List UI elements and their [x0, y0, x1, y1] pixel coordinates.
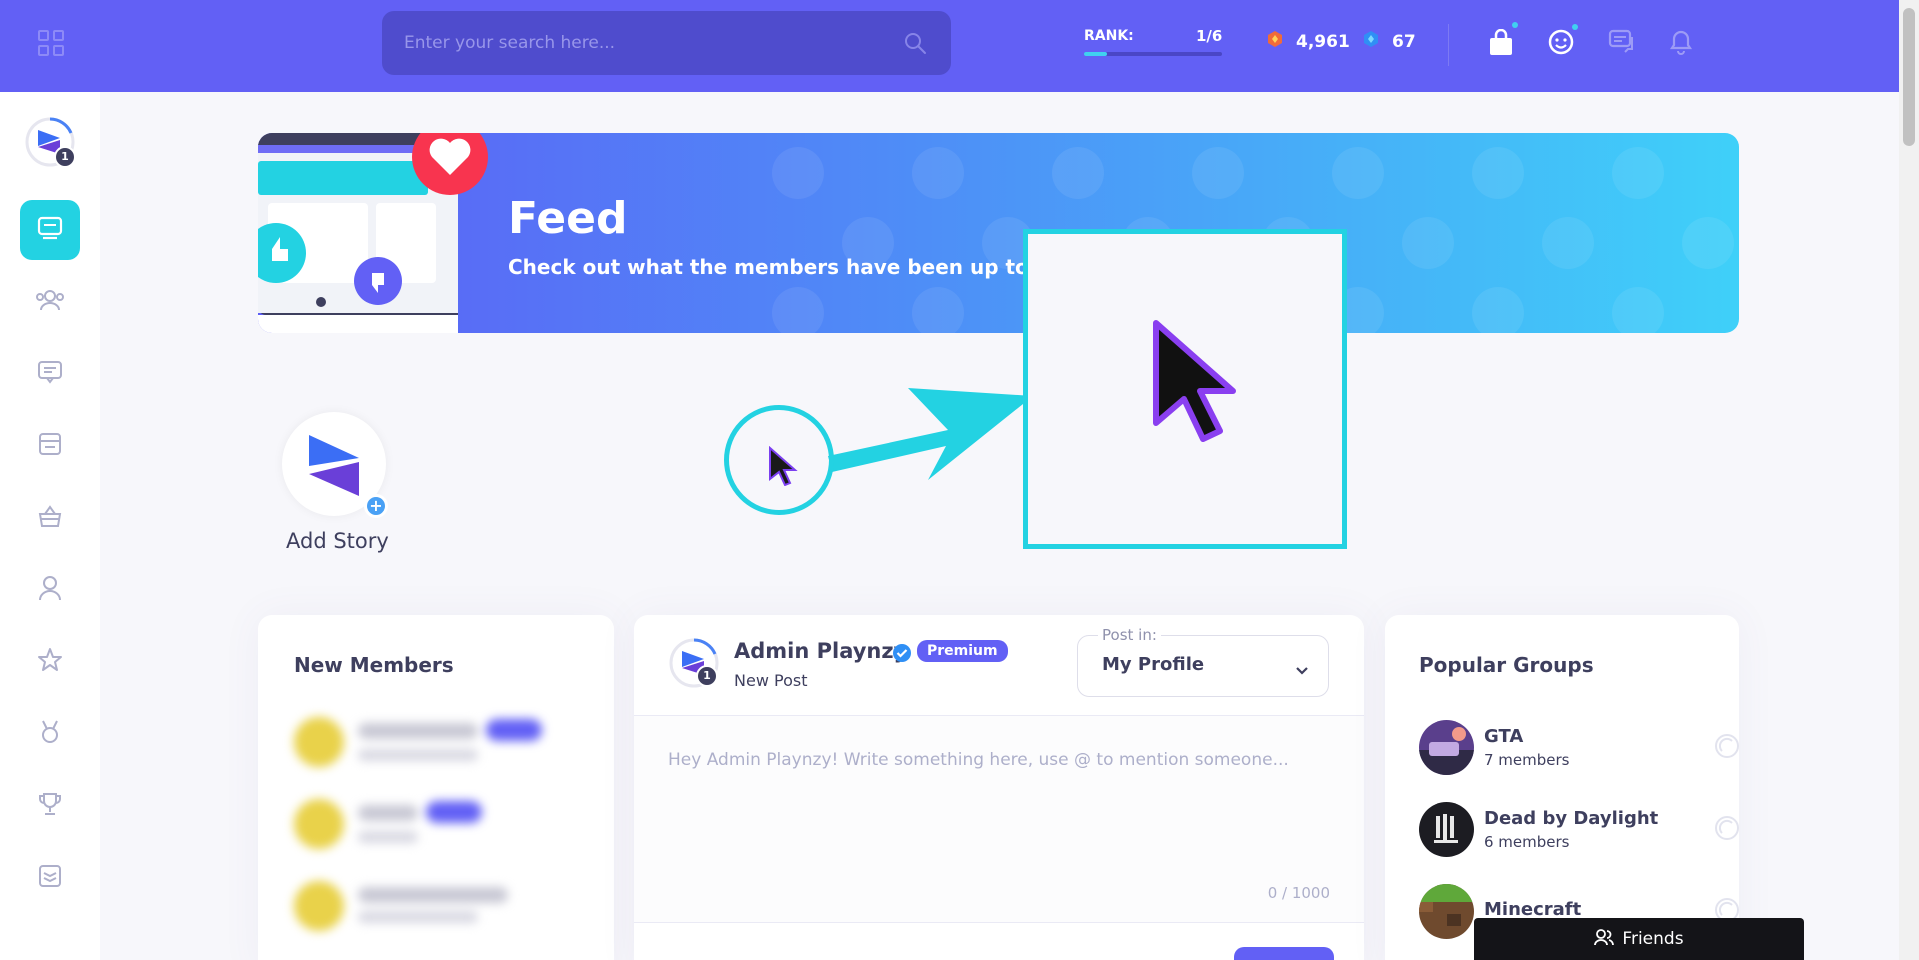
callout-arrow: [828, 388, 1033, 480]
notification-dot: [1512, 22, 1518, 28]
gem-icon: [1266, 30, 1284, 53]
post-submit-button[interactable]: [1234, 947, 1334, 960]
basket-icon: [37, 504, 63, 532]
rank-label: RANK:: [1084, 28, 1134, 44]
star-icon: [37, 647, 63, 677]
crystal-icon: [1362, 30, 1380, 53]
sidebar-item-profile[interactable]: [20, 560, 80, 620]
forums-icon: [37, 360, 63, 388]
post-in-select[interactable]: Post in: My Profile: [1077, 626, 1329, 697]
post-subtitle: New Post: [734, 671, 808, 690]
join-group-icon[interactable]: [1714, 733, 1740, 763]
brand-logo: [309, 435, 359, 496]
smiley-icon[interactable]: [1548, 29, 1574, 59]
level-badge: 1: [696, 665, 718, 687]
messages-icon[interactable]: [1608, 29, 1636, 59]
add-story-label: Add Story: [286, 529, 389, 553]
search-input[interactable]: [404, 11, 884, 75]
trophy-icon: [37, 791, 63, 821]
cursor-zoom-box: [1023, 229, 1347, 549]
cursor-icon: [769, 446, 798, 486]
divider: [634, 922, 1364, 923]
author-avatar[interactable]: 1: [668, 637, 720, 689]
group-name: GTA: [1484, 726, 1524, 747]
currency-2-value: 67: [1392, 31, 1416, 52]
character-counter: 0 / 1000: [1267, 884, 1330, 902]
feed-banner: Feed Check out what the members have bee…: [258, 133, 1739, 333]
sidebar-item-achievements[interactable]: [20, 776, 80, 836]
page-subtitle: Check out what the members have been up …: [508, 255, 1038, 279]
cursor-icon: [1153, 320, 1236, 442]
premium-badge: Premium: [917, 640, 1008, 662]
bell-icon[interactable]: [1669, 29, 1693, 59]
page-title: Feed: [508, 193, 628, 244]
group-name: Minecraft: [1484, 899, 1582, 920]
group-avatar: [1419, 884, 1474, 939]
notification-dot: [1572, 24, 1578, 30]
group-avatar: [1419, 720, 1474, 775]
friends-label: Friends: [1622, 929, 1684, 949]
sidebar-item-members[interactable]: [20, 272, 80, 332]
friends-icon: [1594, 928, 1615, 951]
avatar[interactable]: 1: [24, 116, 76, 168]
post-textarea[interactable]: [668, 750, 1328, 870]
sidebar-item-stack[interactable]: [20, 848, 80, 908]
new-members-title: New Members: [294, 653, 454, 677]
stack-icon: [37, 863, 63, 893]
create-post-card: 1 Admin Playnzy Premium New Post Post in…: [634, 615, 1364, 960]
list-item: [294, 881, 508, 931]
currency-1-value: 4,961: [1296, 31, 1350, 52]
level-badge: 1: [54, 146, 76, 168]
popular-groups-title: Popular Groups: [1419, 653, 1594, 677]
top-bar: RANK: 1/6 4,961 67: [0, 0, 1919, 92]
rank-progress-bar: [1084, 52, 1222, 56]
group-member-count: 6 members: [1484, 833, 1570, 851]
post-compose-area: 0 / 1000: [634, 716, 1364, 922]
post-in-label: Post in:: [1098, 626, 1161, 644]
add-story-plus-icon[interactable]: +: [364, 494, 388, 518]
friends-chat-button[interactable]: Friends: [1474, 918, 1804, 960]
badges-icon: [38, 432, 62, 460]
group-item[interactable]: GTA 7 members: [1419, 720, 1739, 775]
sidebar-item-newsfeed[interactable]: [20, 200, 80, 260]
grid-icon[interactable]: [38, 30, 64, 56]
list-item: [294, 799, 482, 849]
currency-crystals: 67: [1362, 30, 1416, 53]
heart-icon: [429, 138, 471, 175]
search-icon[interactable]: [903, 31, 927, 59]
search-bar: [382, 11, 951, 75]
currency-gems: 4,961: [1266, 30, 1350, 53]
sidebar-item-quests[interactable]: [20, 704, 80, 764]
verified-icon: [892, 643, 912, 667]
join-group-icon[interactable]: [1714, 815, 1740, 845]
rank-value: 1/6: [1196, 27, 1223, 45]
sidebar: 1: [0, 92, 100, 960]
scrollbar-thumb[interactable]: [1903, 8, 1915, 146]
group-name: Dead by Daylight: [1484, 808, 1659, 829]
sidebar-item-forums[interactable]: [20, 344, 80, 404]
newsfeed-icon: [37, 216, 63, 244]
members-icon: [36, 288, 64, 316]
topbar-divider: [1448, 24, 1449, 66]
sidebar-item-badges[interactable]: [20, 416, 80, 476]
new-members-card: New Members: [258, 615, 614, 960]
popular-groups-card: Popular Groups GTA 7 members Dead by Day…: [1385, 615, 1739, 960]
list-item: [294, 717, 542, 767]
chevron-down-icon: [1296, 660, 1308, 679]
medal-icon: [38, 719, 62, 749]
group-avatar: [1419, 802, 1474, 857]
group-member-count: 7 members: [1484, 751, 1570, 769]
cursor-highlight-circle: [724, 405, 834, 515]
group-item[interactable]: Dead by Daylight 6 members: [1419, 802, 1739, 857]
sidebar-item-favorites[interactable]: [20, 632, 80, 692]
post-in-value: My Profile: [1102, 654, 1205, 675]
sidebar-item-marketplace[interactable]: [20, 488, 80, 548]
author-name[interactable]: Admin Playnzy: [734, 639, 907, 663]
shopping-bag-icon[interactable]: [1488, 28, 1514, 61]
user-icon: [38, 575, 62, 605]
